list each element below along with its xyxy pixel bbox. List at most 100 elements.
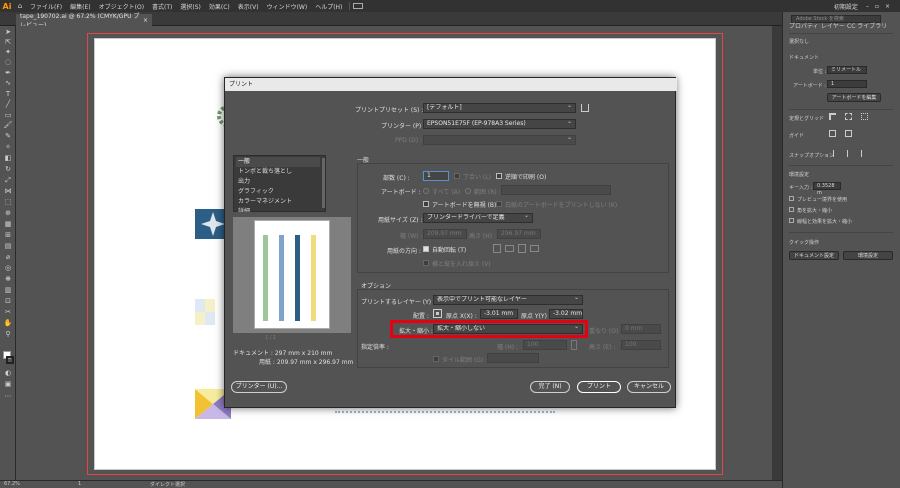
menu-object[interactable]: オブジェクト(O) — [95, 2, 148, 11]
window-controls[interactable]: –▫× — [862, 3, 900, 10]
tape-strip-artwork[interactable] — [335, 411, 555, 415]
zoom-tool-icon[interactable]: ⚲ — [3, 330, 13, 339]
portrait-icon[interactable] — [493, 244, 501, 253]
tab-layers[interactable]: レイヤー — [821, 22, 845, 32]
paintbrush-tool-icon[interactable]: 🖌 — [3, 121, 13, 130]
tab-cc-libraries[interactable]: CC ライブラリ — [847, 22, 887, 32]
mesh-tool-icon[interactable]: ⊞ — [3, 231, 13, 240]
artboard-select[interactable]: 1 — [827, 80, 867, 88]
curvature-tool-icon[interactable]: ∿ — [3, 79, 13, 88]
preview-pager[interactable]: 1 / 1 — [265, 335, 276, 341]
media-size-select[interactable]: プリンタードライバーで定義 — [423, 213, 533, 223]
shaper-tool-icon[interactable]: ✧ — [3, 143, 13, 152]
constrain-proportions-icon[interactable] — [571, 340, 577, 350]
category-list[interactable]: 一般 トンボと裁ち落とし 出力 グラフィック カラーマネジメント 詳細 — [233, 155, 326, 212]
collate-checkbox[interactable] — [454, 173, 460, 179]
lock-guides-icon[interactable] — [845, 130, 852, 137]
menu-help[interactable]: ヘルプ(H) — [311, 2, 346, 11]
more-tools-icon[interactable]: ⋯ — [3, 392, 13, 401]
menu-edit[interactable]: 編集(E) — [66, 2, 94, 11]
ignore-artboards-checkbox[interactable] — [423, 201, 429, 207]
printer-setup-button[interactable]: プリンター (U)... — [231, 381, 287, 393]
home-icon[interactable]: ⌂ — [14, 2, 26, 10]
menu-type[interactable]: 書式(T) — [148, 2, 176, 11]
snap-to-glyph-icon[interactable] — [861, 150, 867, 157]
copies-input[interactable]: 1 — [423, 171, 449, 181]
free-transform-tool-icon[interactable]: ⬚ — [3, 198, 13, 207]
done-button[interactable]: 完了 (N) — [530, 381, 570, 393]
pencil-tool-icon[interactable]: ✎ — [3, 132, 13, 141]
document-tab[interactable]: tape_190702.ai @ 67.2% (CMYK/GPU プレビュー) … — [16, 13, 152, 29]
menu-window[interactable]: ウィンドウ(W) — [263, 2, 312, 11]
scale-corners-checkbox[interactable] — [789, 207, 794, 212]
close-tab-icon[interactable]: × — [143, 17, 148, 24]
menu-file[interactable]: ファイル(F) — [26, 2, 66, 11]
category-scrollbar[interactable] — [322, 158, 325, 208]
cancel-button[interactable]: キャンセル — [627, 381, 671, 393]
preview-bounds-checkbox[interactable] — [789, 196, 794, 201]
tile-range-checkbox[interactable] — [433, 356, 439, 362]
landscape-icon[interactable] — [505, 245, 514, 252]
slice-tool-icon[interactable]: ✂ — [3, 308, 13, 317]
stroke-color-swatch[interactable] — [6, 356, 14, 364]
guides-icon[interactable] — [829, 130, 836, 137]
transverse-checkbox[interactable] — [423, 260, 429, 266]
transparency-grid-icon[interactable] — [861, 113, 868, 120]
scale-strokes-checkbox[interactable] — [789, 218, 794, 223]
document-setup-button[interactable]: ドキュメント設定 — [789, 251, 839, 260]
lasso-tool-icon[interactable]: ◌ — [3, 58, 13, 67]
media-height-input[interactable]: 296.97 mm — [497, 229, 541, 239]
reverse-order-checkbox[interactable] — [496, 173, 502, 179]
draw-mode-icon[interactable]: ◐ — [3, 369, 13, 378]
print-layers-select[interactable]: 表示中でプリント可能なレイヤー — [433, 295, 583, 305]
graph-tool-icon[interactable]: ▥ — [3, 286, 13, 295]
origin-x-input[interactable]: -3.01 mm — [480, 309, 518, 319]
grid-icon[interactable] — [845, 113, 852, 120]
snap-to-point-icon[interactable] — [833, 150, 839, 157]
range-input[interactable] — [501, 185, 611, 195]
hand-tool-icon[interactable]: ✋ — [3, 319, 13, 328]
range-radio[interactable] — [465, 188, 471, 194]
selection-tool-icon[interactable]: ➤ — [3, 28, 13, 37]
keyboard-increment-input[interactable]: 0.3528 m — [813, 182, 841, 196]
menu-select[interactable]: 選択(S) — [176, 2, 205, 11]
tab-properties[interactable]: プロパティ — [789, 22, 819, 32]
units-select[interactable]: ミリメートル — [827, 66, 867, 74]
artboard-tool-icon[interactable]: ⊡ — [3, 297, 13, 306]
rulers-icon[interactable] — [829, 113, 836, 120]
eyedropper-tool-icon[interactable]: ⌀ — [3, 253, 13, 262]
category-general[interactable]: 一般 — [236, 157, 320, 167]
width-tool-icon[interactable]: ⋈ — [3, 187, 13, 196]
placement-anchor-icon[interactable] — [433, 309, 442, 318]
rotate-tool-icon[interactable]: ↻ — [3, 165, 13, 174]
edit-artboards-button[interactable]: アートボードを編集 — [827, 93, 881, 102]
scale-width-input[interactable]: 100 — [523, 340, 567, 350]
category-color-management[interactable]: カラーマネジメント — [236, 197, 320, 207]
zoom-level[interactable]: 67.2% — [4, 481, 20, 487]
rectangle-tool-icon[interactable]: ▭ — [3, 111, 13, 120]
print-preview[interactable] — [233, 217, 351, 333]
pastel-check-artwork[interactable] — [195, 299, 225, 325]
blend-tool-icon[interactable]: ◎ — [3, 264, 13, 273]
landscape-flipped-icon[interactable] — [530, 245, 539, 252]
auto-rotate-checkbox[interactable] — [423, 246, 429, 252]
origin-y-input[interactable]: -3.02 mm — [549, 309, 583, 319]
scale-tool-icon[interactable]: ⤢ — [3, 176, 13, 185]
overlap-input[interactable]: 0 mm — [621, 324, 661, 334]
shape-builder-tool-icon[interactable]: ⊕ — [3, 209, 13, 218]
all-artboards-radio[interactable] — [423, 188, 429, 194]
category-graphics[interactable]: グラフィック — [236, 187, 320, 197]
skip-blank-checkbox[interactable] — [496, 201, 502, 207]
category-marks-bleed[interactable]: トンボと裁ち落とし — [236, 167, 320, 177]
type-tool-icon[interactable]: T — [3, 90, 13, 99]
print-button[interactable]: プリント — [577, 381, 621, 393]
gradient-tool-icon[interactable]: ▤ — [3, 242, 13, 251]
category-output[interactable]: 出力 — [236, 177, 320, 187]
ppd-select[interactable] — [423, 135, 576, 145]
printer-select[interactable]: EPSON51E75F (EP-978A3 Series) — [423, 119, 576, 129]
perspective-grid-tool-icon[interactable]: ▦ — [3, 220, 13, 229]
preferences-button[interactable]: 環境設定 — [843, 251, 893, 260]
pen-tool-icon[interactable]: ✒ — [3, 69, 13, 78]
save-preset-icon[interactable] — [581, 104, 589, 112]
arrange-documents-icon[interactable] — [353, 3, 364, 9]
